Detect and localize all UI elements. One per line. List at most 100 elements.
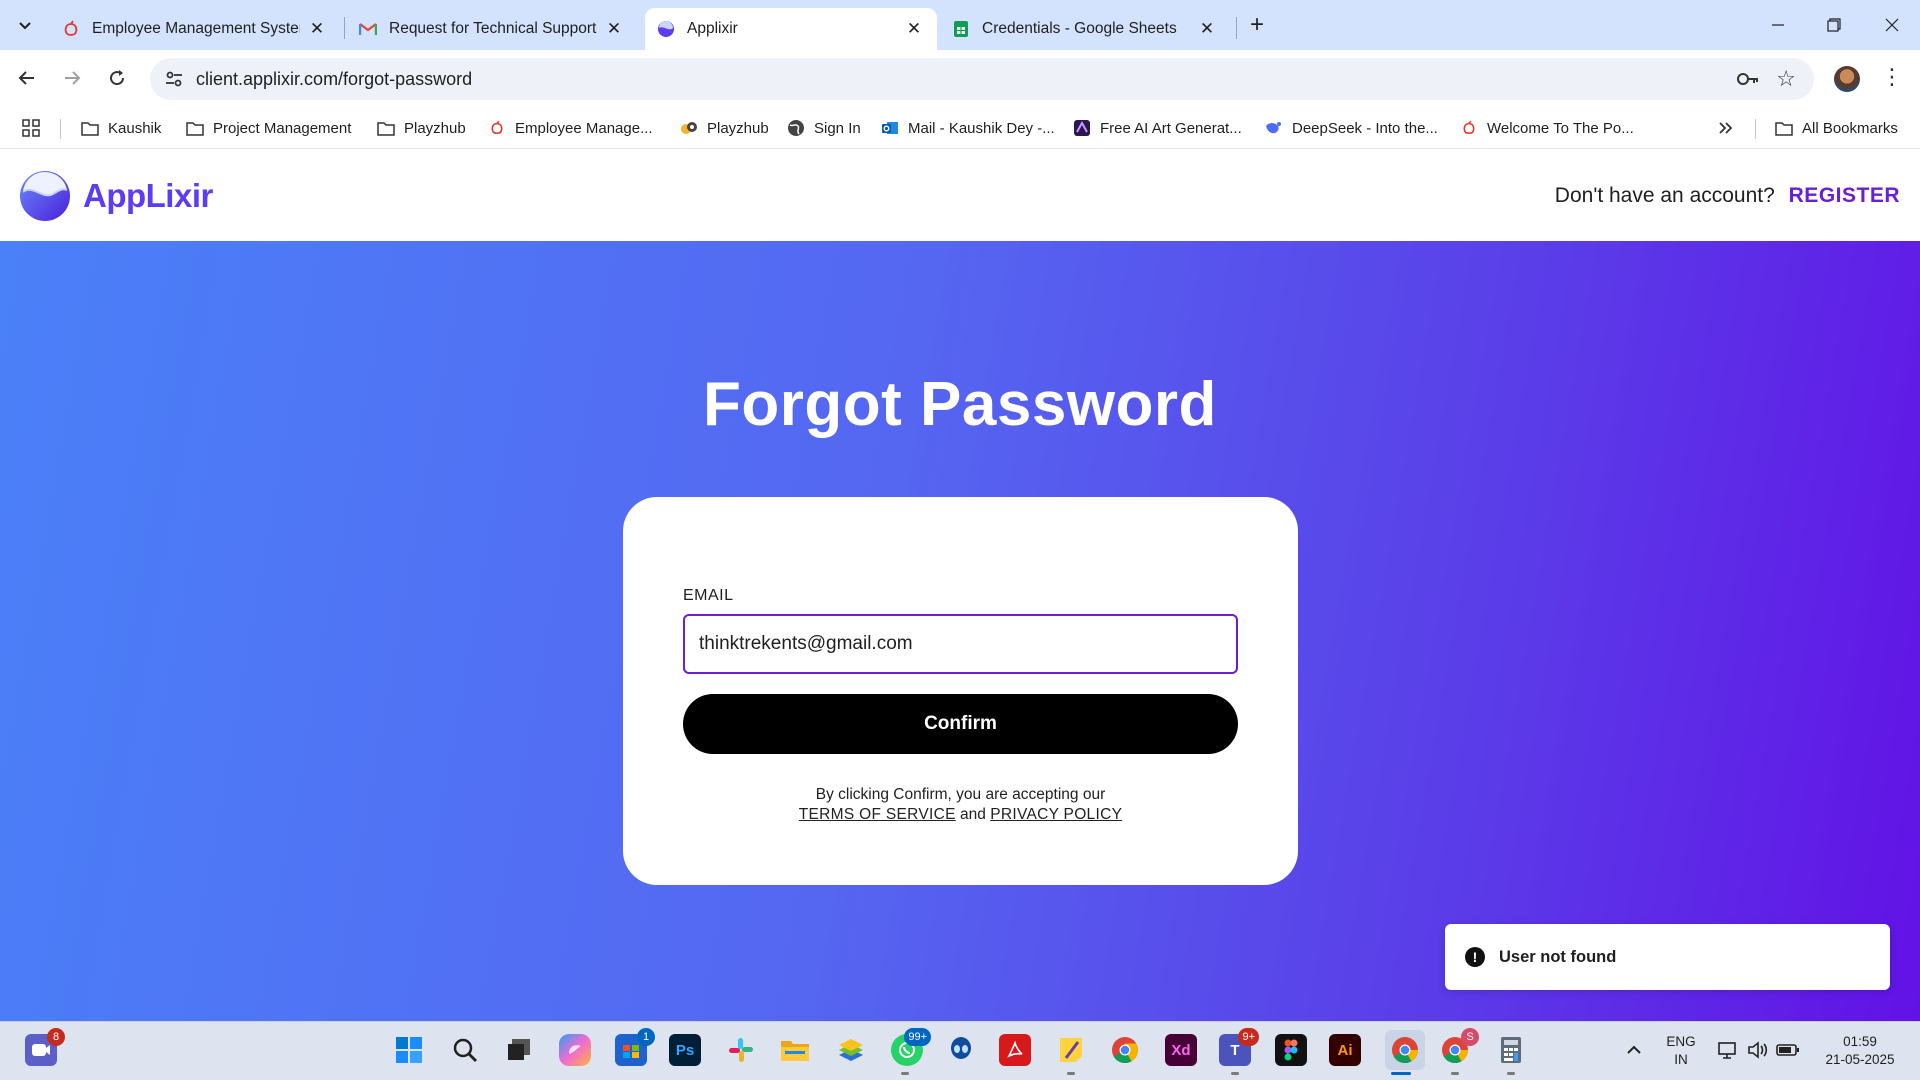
privacy-policy-link[interactable]: PRIVACY POLICY — [990, 806, 1122, 823]
photoshop-icon[interactable]: Ps — [669, 1034, 701, 1066]
minimize-icon[interactable] — [1750, 0, 1806, 50]
bookmark-ai-art[interactable]: Free AI Art Generat... — [1073, 115, 1242, 141]
bookmark-folder-project-management[interactable]: Project Management — [186, 115, 351, 141]
site-settings-icon[interactable] — [164, 69, 184, 89]
teams-icon[interactable]: T 9+ — [1219, 1028, 1259, 1066]
bookmark-sign-in[interactable]: Sign In — [787, 115, 861, 141]
chrome-active-icon[interactable] — [1385, 1030, 1425, 1070]
profile-avatar[interactable] — [1834, 66, 1860, 92]
tray-chevron-up-icon[interactable] — [1618, 1034, 1650, 1066]
illustrator-icon[interactable]: Ai — [1329, 1034, 1361, 1066]
all-bookmarks-folder[interactable]: All Bookmarks — [1775, 115, 1898, 141]
legal-prefix-text: By clicking Confirm, you are accepting o… — [815, 786, 1106, 803]
back-arrow-icon[interactable] — [10, 61, 44, 95]
globe-icon — [787, 119, 805, 137]
running-indicator — [901, 1072, 909, 1075]
bookmark-label: Playzhub — [707, 119, 769, 137]
clock[interactable]: 01:59 21-05-2025 — [1812, 1033, 1908, 1069]
address-bar[interactable]: client.applixir.com/forgot-password ☆ — [150, 58, 1814, 100]
bluestacks-icon[interactable] — [835, 1034, 867, 1066]
toast-message: User not found — [1499, 947, 1617, 966]
url-text[interactable]: client.applixir.com/forgot-password — [196, 69, 472, 90]
applixir-logo[interactable]: AppLixir — [19, 170, 213, 222]
notification-badge: 9+ — [1238, 1028, 1259, 1046]
bookmark-star-icon[interactable]: ☆ — [1776, 66, 1796, 92]
tab-applixir[interactable]: Applixir ✕ — [645, 8, 937, 50]
reload-icon[interactable] — [100, 61, 134, 95]
legal-and-text: and — [960, 806, 986, 823]
tab-technical-support[interactable]: Request for Technical Support a ✕ — [347, 8, 637, 50]
acrobat-reader-icon[interactable] — [999, 1034, 1031, 1066]
tab-employee-management[interactable]: Employee Management System ✕ — [50, 8, 340, 50]
bookmark-deepseek[interactable]: DeepSeek - Into the... — [1265, 115, 1438, 141]
page-title: Forgot Password — [703, 370, 1217, 439]
restore-icon[interactable] — [1806, 0, 1862, 50]
new-tab-plus-icon[interactable]: + — [1243, 11, 1271, 39]
active-indicator — [1391, 1072, 1411, 1075]
calculator-icon[interactable] — [1495, 1034, 1527, 1066]
chrome-profile-icon[interactable]: S — [1439, 1028, 1479, 1066]
bookmark-mail-outlook[interactable]: Mail - Kaushik Dey -... — [881, 115, 1055, 141]
adobe-xd-icon[interactable]: Xd — [1165, 1034, 1197, 1066]
ai-art-icon — [1073, 119, 1091, 137]
logo-wordmark: AppLixir — [83, 177, 213, 214]
language-indicator[interactable]: ENG IN — [1664, 1033, 1698, 1069]
sticky-notes-icon[interactable] — [1055, 1034, 1087, 1066]
site-header: AppLixir Don't have an account? REGISTER — [0, 150, 1920, 241]
bookmark-label: Welcome To The Po... — [1487, 119, 1634, 137]
password-key-icon[interactable] — [1736, 69, 1760, 89]
network-icon[interactable] — [1712, 1034, 1744, 1066]
bookmarks-bar: Kaushik Project Management Playzhub Empl… — [0, 107, 1920, 149]
task-view-icon[interactable] — [503, 1034, 535, 1066]
apps-grid-icon[interactable] — [22, 115, 40, 141]
more-bookmarks-chevron-icon[interactable] — [1718, 115, 1734, 141]
folder-icon — [377, 119, 395, 137]
close-window-icon[interactable] — [1864, 0, 1920, 50]
forward-arrow-icon[interactable] — [55, 61, 89, 95]
slack-icon[interactable] — [725, 1034, 757, 1066]
email-field[interactable] — [683, 614, 1238, 674]
bookmark-folder-kaushik[interactable]: Kaushik — [81, 115, 161, 141]
figma-icon[interactable] — [1275, 1034, 1307, 1066]
close-tab-icon[interactable]: ✕ — [903, 18, 925, 40]
volume-icon[interactable] — [1742, 1034, 1774, 1066]
windows-start-icon[interactable] — [393, 1034, 425, 1066]
file-explorer-icon[interactable] — [779, 1034, 811, 1066]
chrome-icon[interactable] — [1109, 1034, 1141, 1066]
copilot-icon[interactable] — [559, 1034, 591, 1066]
playzhub-icon — [680, 119, 698, 137]
tab-title: Credentials - Google Sheets — [982, 20, 1177, 37]
email-label: EMAIL — [683, 587, 734, 604]
alien-app-icon[interactable] — [945, 1034, 977, 1066]
folder-icon — [186, 119, 204, 137]
bookmark-folder-playzhub[interactable]: Playzhub — [377, 115, 466, 141]
running-indicator — [1451, 1072, 1459, 1075]
acorn-red-icon — [488, 119, 506, 137]
terms-of-service-link[interactable]: TERMS OF SERVICE — [799, 806, 956, 823]
bookmark-label: Employee Manage... — [515, 119, 653, 137]
deepseek-icon — [1265, 119, 1283, 137]
tab-credentials-sheets[interactable]: Credentials - Google Sheets ✕ — [940, 8, 1230, 50]
confirm-button[interactable]: Confirm — [683, 694, 1238, 754]
microsoft-store-icon[interactable]: 1 — [615, 1028, 655, 1066]
bookmark-playzhub[interactable]: Playzhub — [680, 115, 769, 141]
browser-menu-icon[interactable]: ⋮ — [1880, 64, 1904, 90]
battery-icon[interactable] — [1772, 1034, 1804, 1066]
folder-icon — [81, 119, 99, 137]
bookmark-welcome[interactable]: Welcome To The Po... — [1460, 115, 1634, 141]
tab-divider — [1236, 17, 1237, 39]
whatsapp-icon[interactable]: 99+ — [891, 1028, 931, 1066]
error-toast: ! User not found — [1445, 924, 1890, 990]
tab-title: Employee Management System — [92, 20, 300, 37]
close-tab-icon[interactable]: ✕ — [603, 18, 625, 40]
search-icon[interactable] — [449, 1034, 481, 1066]
bookmark-label: Project Management — [213, 119, 352, 137]
region-text: IN — [1674, 1052, 1688, 1067]
teams-chat-icon[interactable]: 8 — [25, 1028, 65, 1066]
tab-search-chevron-icon[interactable] — [10, 10, 40, 40]
close-tab-icon[interactable]: ✕ — [1196, 18, 1218, 40]
running-indicator — [1231, 1072, 1239, 1075]
register-link[interactable]: REGISTER — [1789, 184, 1900, 207]
close-tab-icon[interactable]: ✕ — [306, 18, 328, 40]
bookmark-employee-manage[interactable]: Employee Manage... — [488, 115, 653, 141]
